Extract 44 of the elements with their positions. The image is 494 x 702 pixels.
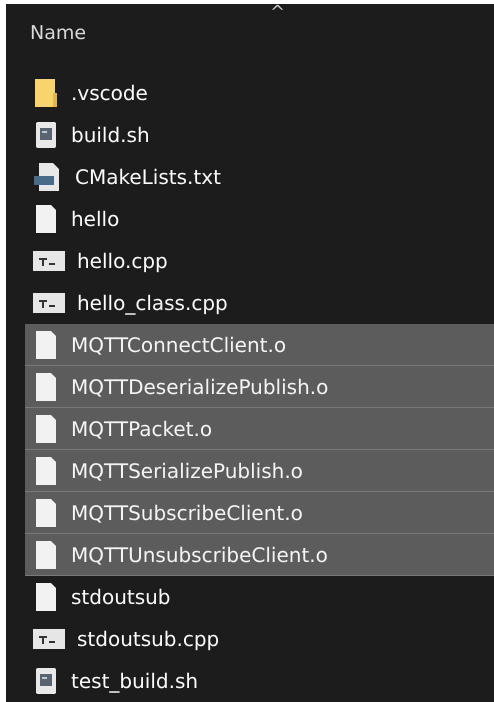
file-name: CMakeLists.txt: [75, 164, 221, 188]
file-icon: [33, 538, 59, 570]
code-file-icon: [33, 248, 65, 272]
file-icon: [33, 328, 59, 360]
selected-file-row[interactable]: MQTTDeserializePublish.o: [25, 366, 494, 408]
selected-file-row[interactable]: MQTTUnsubscribeClient.o: [25, 534, 494, 576]
file-icon: [33, 496, 59, 528]
name-column-header[interactable]: Name: [30, 22, 86, 44]
selected-file-row[interactable]: MQTTSerializePublish.o: [25, 450, 494, 492]
file-name: stdoutsub: [71, 584, 171, 608]
file-name: stdoutsub.cpp: [77, 626, 220, 650]
file-row[interactable]: .vscode: [25, 72, 494, 114]
file-name: MQTTDeserializePublish.o: [71, 374, 328, 398]
file-name: hello.cpp: [77, 248, 168, 272]
file-icon: [33, 454, 59, 486]
sort-caret[interactable]: ^: [270, 2, 286, 23]
file-row[interactable]: stdoutsub.cpp: [25, 618, 494, 660]
file-name: hello: [71, 206, 120, 230]
file-row[interactable]: test_build.sh: [25, 660, 494, 702]
file-name: hello_class.cpp: [77, 290, 228, 314]
selected-file-row[interactable]: MQTTConnectClient.o: [25, 324, 494, 366]
file-name: MQTTSubscribeClient.o: [71, 500, 303, 524]
selected-file-row[interactable]: MQTTSubscribeClient.o: [25, 492, 494, 534]
file-icon: [33, 370, 59, 402]
file-row[interactable]: stdoutsub: [25, 576, 494, 618]
file-name: MQTTUnsubscribeClient.o: [71, 542, 328, 566]
file-name: MQTTSerializePublish.o: [71, 458, 303, 482]
file-row[interactable]: hello.cpp: [25, 240, 494, 282]
folder-icon: [33, 76, 59, 108]
code-file-icon: [33, 290, 65, 314]
selected-file-row[interactable]: MQTTPacket.o: [25, 408, 494, 450]
file-icon: [33, 412, 59, 444]
file-name: MQTTPacket.o: [71, 416, 212, 440]
file-row[interactable]: build.sh: [25, 114, 494, 156]
file-icon: [33, 202, 59, 234]
file-name: test_build.sh: [71, 668, 198, 692]
file-name: MQTTConnectClient.o: [71, 332, 286, 356]
file-row[interactable]: CMakeLists.txt: [25, 156, 494, 198]
file-name: .vscode: [71, 80, 148, 104]
file-row[interactable]: hello_class.cpp: [25, 282, 494, 324]
file-name: build.sh: [71, 122, 150, 146]
code-file-icon: [33, 626, 65, 650]
file-icon: [33, 580, 59, 612]
file-row[interactable]: hello: [25, 198, 494, 240]
